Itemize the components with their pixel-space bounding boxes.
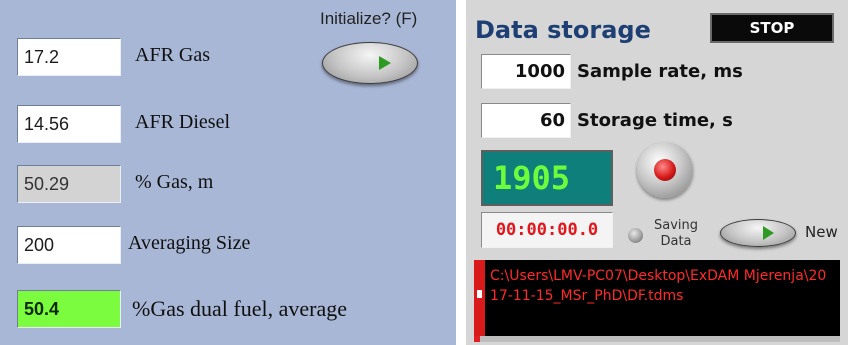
new-label: New [805,223,838,241]
horizontal-scrollbar[interactable] [474,336,840,342]
gas-m-label: % Gas, m [135,171,214,193]
saving-label-line2: Data [660,234,692,249]
afr-diesel-input[interactable]: 14.56 [17,105,121,143]
file-path-text: C:\Users\LMV-PC07\Desktop\ExDAM Mjerenja… [490,268,827,304]
new-file-toggle-button[interactable] [720,219,796,247]
gas-dual-fuel-average-indicator: 50.4 [17,290,121,328]
storage-time-label: Storage time, s [577,110,733,131]
sample-rate-label: Sample rate, ms [577,61,743,82]
saving-data-label: Saving Data [651,218,701,250]
sample-rate-input[interactable]: 1000 [481,54,571,89]
initialize-toggle-button[interactable] [322,42,418,84]
file-path-scrollbar[interactable] [474,260,485,336]
initialize-label: Initialize? (F) [320,9,418,28]
afr-gas-input[interactable]: 17.2 [17,38,121,76]
averaging-size-label: Averaging Size [128,232,251,254]
green-led-icon [763,226,774,240]
averaging-size-input[interactable]: 200 [17,226,121,264]
sample-counter-display: 1905 [481,150,613,206]
elapsed-time-display: 00:00:00.0 [481,212,613,248]
record-knob-button[interactable] [637,142,693,198]
gas-m-indicator: 50.29 [17,165,121,203]
gas-dual-fuel-average-label: %Gas dual fuel, average [132,296,348,321]
record-icon [654,159,676,181]
saving-data-led-icon [628,228,643,243]
green-led-icon [379,56,391,70]
scroll-marker-icon [474,336,480,342]
scroll-thumb-icon [477,290,482,298]
saving-label-line1: Saving [653,218,698,233]
stop-button[interactable]: STOP [710,13,834,43]
storage-time-input[interactable]: 60 [481,103,571,138]
data-storage-title: Data storage [475,16,651,44]
afr-diesel-label: AFR Diesel [135,111,230,133]
afr-gas-label: AFR Gas [135,44,211,66]
